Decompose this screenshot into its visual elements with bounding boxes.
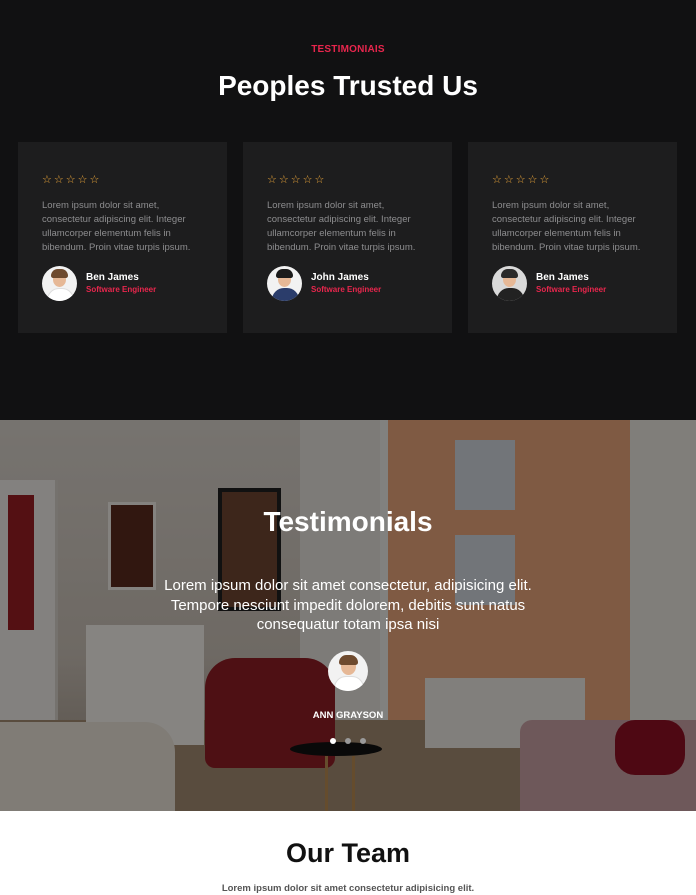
testimonial-author: Ben James Software Engineer: [492, 266, 606, 301]
author-name: Ben James: [536, 272, 589, 283]
user-avatar-icon: [492, 266, 527, 301]
testimonial-cards: ☆ ☆ ☆ ☆ ☆ Lorem ipsum dolor sit amet, co…: [18, 142, 677, 333]
section-eyebrow: TESTIMONIAIS: [311, 44, 385, 55]
star-icon: ☆: [89, 174, 100, 186]
team-title: Our Team: [285, 838, 411, 868]
author-role: Software Engineer: [311, 285, 382, 294]
slider-author-name: ANN GRAYSON: [312, 710, 384, 721]
star-icon: ☆: [503, 174, 514, 186]
user-avatar-icon: [42, 266, 77, 301]
testimonial-text: Lorem ipsum dolor sit amet, consectetur …: [42, 200, 191, 253]
author-name: John James: [311, 272, 369, 283]
testimonial-slider: Testimonials Lorem ipsum dolor sit amet …: [0, 420, 696, 811]
team-subtitle: Lorem ipsum dolor sit amet consectetur a…: [221, 883, 475, 894]
star-icon: ☆: [492, 174, 502, 186]
testimonial-author: Ben James Software Engineer: [42, 266, 156, 301]
testimonial-text: Lorem ipsum dolor sit amet, consectetur …: [492, 200, 641, 253]
testimonial-card: ☆ ☆ ☆ ☆ ☆ Lorem ipsum dolor sit amet, co…: [18, 142, 227, 333]
author-role: Software Engineer: [536, 285, 607, 294]
star-icon: ☆: [527, 174, 538, 186]
slider-title: Testimonials: [263, 506, 433, 537]
testimonial-card: ☆ ☆ ☆ ☆ ☆ Lorem ipsum dolor sit amet, co…: [468, 142, 677, 333]
star-rating: ☆ ☆ ☆ ☆ ☆: [492, 174, 657, 186]
star-icon: ☆: [314, 174, 325, 186]
star-icon: ☆: [65, 174, 76, 186]
star-icon: ☆: [290, 174, 301, 186]
author-name: Ben James: [86, 272, 139, 283]
star-icon: ☆: [77, 174, 88, 186]
star-icon: ☆: [278, 174, 289, 186]
slider-pagination: [330, 738, 366, 744]
testimonial-text: Lorem ipsum dolor sit amet, consectetur …: [267, 200, 416, 253]
star-icon: ☆: [42, 174, 52, 186]
star-rating: ☆ ☆ ☆ ☆ ☆: [42, 174, 207, 186]
user-avatar-icon: [328, 651, 368, 691]
author-role: Software Engineer: [86, 285, 157, 294]
slider-dot-1[interactable]: [330, 738, 336, 744]
testimonial-card: ☆ ☆ ☆ ☆ ☆ Lorem ipsum dolor sit amet, co…: [243, 142, 452, 333]
star-icon: ☆: [515, 174, 526, 186]
star-rating: ☆ ☆ ☆ ☆ ☆: [267, 174, 432, 186]
star-icon: ☆: [53, 174, 64, 186]
slider-dot-3[interactable]: [360, 738, 366, 744]
section-title: Peoples Trusted Us: [218, 70, 478, 101]
slider-quote: Lorem ipsum dolor sit amet consectetur, …: [164, 577, 532, 633]
team-section: Our Team Lorem ipsum dolor sit amet cons…: [0, 811, 696, 895]
testimonials-section: TESTIMONIAIS Peoples Trusted Us ☆ ☆ ☆ ☆ …: [0, 0, 696, 420]
slider-dot-2[interactable]: [345, 738, 351, 744]
star-icon: ☆: [302, 174, 313, 186]
star-icon: ☆: [539, 174, 550, 186]
testimonial-author: John James Software Engineer: [267, 266, 381, 301]
user-avatar-icon: [267, 266, 302, 301]
star-icon: ☆: [267, 174, 277, 186]
